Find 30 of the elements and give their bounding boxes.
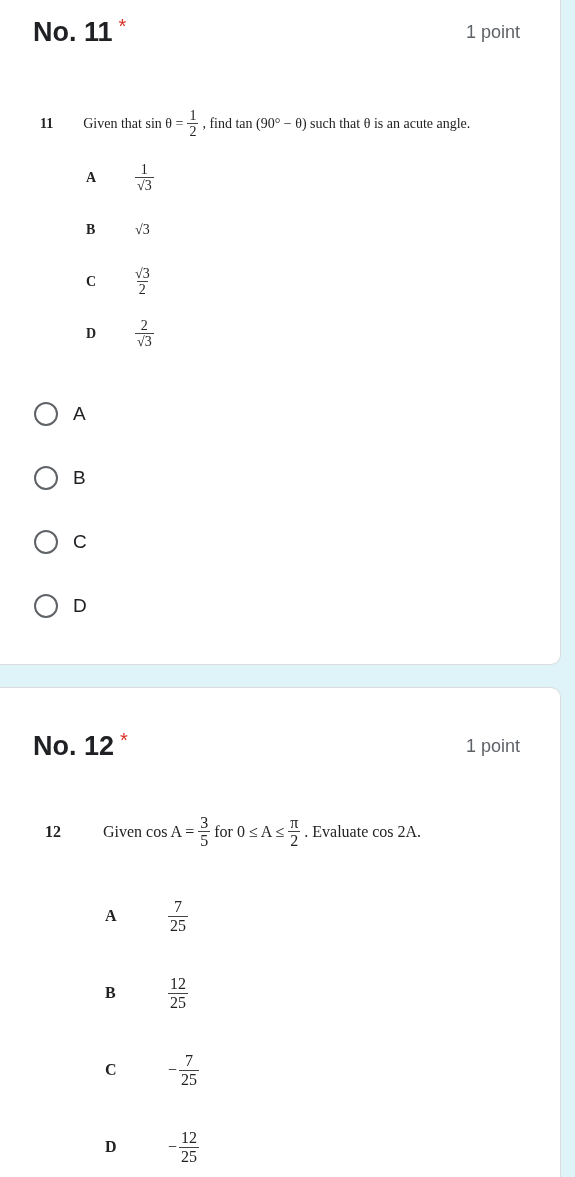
option-letter: B [86, 221, 97, 238]
option-letter: C [105, 1061, 118, 1080]
option-value: 1 √3 [135, 161, 154, 194]
option-letter: D [105, 1138, 118, 1157]
choice-label: D [73, 594, 87, 617]
option-value: 2 √3 [135, 317, 154, 350]
radio-button[interactable] [34, 465, 58, 490]
required-mark: * [118, 14, 127, 38]
choice-label: C [73, 530, 87, 553]
option-value: √3 [135, 221, 150, 238]
option-value: 12 25 [168, 975, 188, 1012]
option-value: 7 25 [168, 898, 188, 935]
option-letter: A [86, 169, 98, 186]
option-letter: C [86, 273, 98, 290]
option-letter: A [105, 907, 118, 926]
question-title: No. 11 [33, 16, 113, 49]
points-label: 1 point [465, 734, 520, 758]
choice-label: B [73, 466, 86, 489]
radio-button[interactable] [34, 401, 58, 426]
required-mark: * [120, 727, 128, 752]
option-letter: D [86, 325, 98, 342]
question-title: No. 12 [33, 729, 115, 763]
question-number: 12 [45, 822, 61, 841]
radio-button[interactable] [34, 529, 58, 554]
option-letter: B [105, 984, 117, 1003]
points-label: 1 point [465, 21, 520, 44]
radio-button[interactable] [34, 593, 58, 618]
question-number: 11 [40, 115, 54, 132]
choice-label: A [73, 402, 86, 425]
option-value: √3 2 [135, 265, 150, 298]
